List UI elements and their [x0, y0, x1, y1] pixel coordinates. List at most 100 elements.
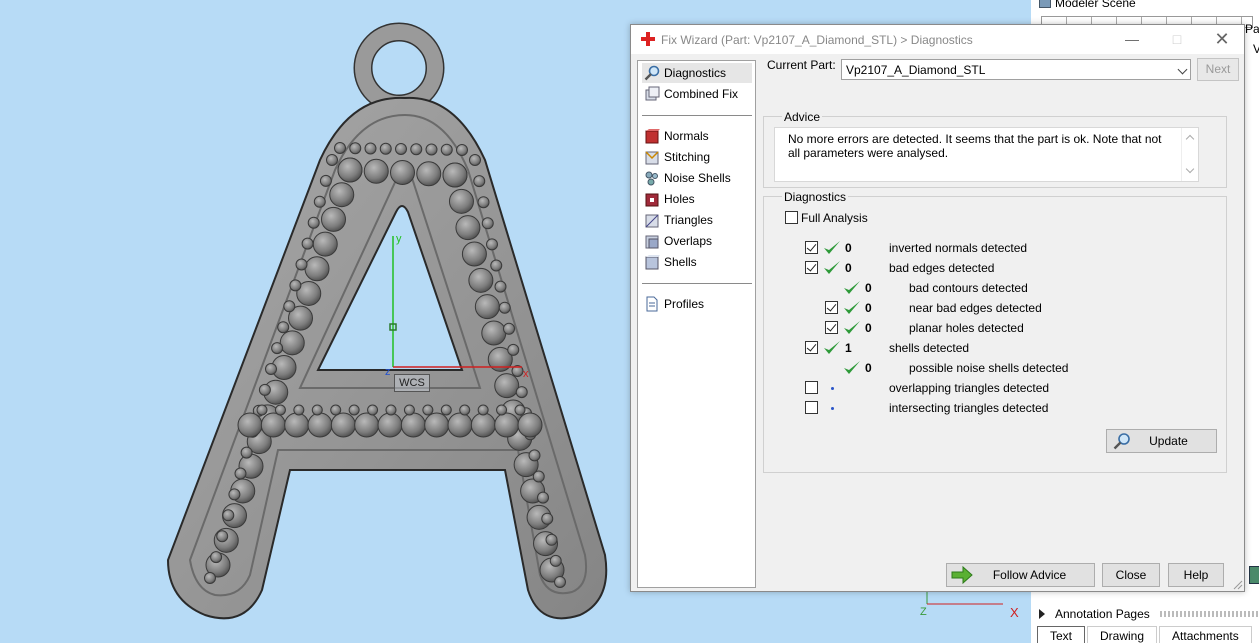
nav-item-combined-fix[interactable]: Combined Fix [642, 84, 752, 104]
scroll-down-icon[interactable] [1185, 164, 1195, 174]
nav-label: Overlaps [664, 234, 713, 248]
diagnostic-label: shells detected [889, 341, 970, 355]
axis-y-label: y [396, 233, 402, 245]
diagnostic-label: bad contours detected [909, 281, 1028, 295]
nav-separator [642, 115, 752, 116]
nav-label: Triangles [664, 213, 713, 227]
diagnostic-count: 0 [865, 301, 872, 315]
help-button[interactable]: Help [1168, 563, 1224, 587]
diagnostic-label: planar holes detected [909, 321, 1024, 335]
axis-x-label: x [523, 368, 529, 380]
noise-shells-icon [645, 171, 658, 186]
annotation-pages-label: Annotation Pages [1055, 607, 1150, 621]
status-dot-icon [831, 387, 834, 390]
axis-z-label: z [385, 366, 391, 378]
green-check-icon [844, 301, 860, 314]
diagnostic-label: bad edges detected [889, 261, 995, 275]
next-button[interactable]: Next [1197, 58, 1239, 81]
green-check-icon [824, 261, 840, 274]
full-analysis-checkbox[interactable] [785, 211, 798, 224]
expand-triangle-icon[interactable] [1039, 609, 1045, 619]
follow-advice-button[interactable]: Follow Advice [946, 563, 1095, 587]
advice-text-box[interactable]: No more errors are detected. It seems th… [774, 127, 1199, 182]
splitter-grip[interactable] [1159, 611, 1259, 617]
arrow-right-icon [951, 566, 973, 584]
current-part-value: Vp2107_A_Diamond_STL [846, 63, 986, 77]
wcs-label: WCS [394, 374, 430, 392]
tab-text[interactable]: Text [1037, 626, 1086, 643]
nav-item-overlaps[interactable]: Overlaps [642, 231, 752, 251]
advice-text: No more errors are detected. It seems th… [788, 132, 1162, 160]
advice-group-title: Advice [782, 110, 823, 124]
diagnostic-checkbox[interactable] [805, 381, 818, 394]
panel-fragment-a: Par [1245, 22, 1259, 36]
diagnostic-label: overlapping triangles detected [889, 381, 1050, 395]
wizard-nav: Diagnostics Combined Fix Normals Stitchi… [637, 60, 756, 588]
modeler-scene-header[interactable]: Modeler Scene [1039, 0, 1259, 10]
diagnostic-label: near bad edges detected [909, 301, 1042, 315]
update-label: Update [1149, 434, 1188, 448]
nav-item-shells[interactable]: Shells [642, 252, 752, 272]
close-button[interactable]: Close [1102, 563, 1160, 587]
diagnostic-checkbox[interactable] [805, 261, 818, 274]
holes-icon [645, 193, 659, 207]
view-cube-icon[interactable] [1249, 566, 1259, 584]
resize-grip-icon[interactable] [1231, 578, 1243, 590]
close-window-button[interactable]: ✕ [1209, 29, 1235, 49]
tab-drawing[interactable]: Drawing [1087, 626, 1158, 643]
nav-label: Profiles [664, 297, 705, 311]
triangles-icon [645, 214, 659, 228]
panel-fragment-b: V [1253, 42, 1259, 56]
magnifier-icon [644, 65, 660, 81]
maximize-button[interactable]: □ [1164, 29, 1190, 49]
stitching-icon [645, 151, 659, 165]
diagnostic-count: 0 [865, 281, 872, 295]
nav-label: Shells [664, 255, 697, 269]
nav-label: Diagnostics [664, 66, 727, 80]
diagnostic-checkbox[interactable] [825, 301, 838, 314]
nav-item-diagnostics[interactable]: Diagnostics [642, 63, 752, 83]
green-check-icon [844, 281, 860, 294]
diagnostic-label: possible noise shells detected [909, 361, 1069, 375]
update-button[interactable]: Update [1106, 429, 1217, 453]
status-dot-icon [831, 407, 834, 410]
shells-icon [645, 255, 660, 270]
diagnostic-count: 0 [865, 321, 872, 335]
normals-cube-icon [645, 129, 660, 144]
nav-item-normals[interactable]: Normals [642, 126, 752, 146]
advice-scrollbar[interactable] [1181, 128, 1198, 181]
chevron-down-icon [1177, 64, 1188, 75]
nav-label: Stitching [664, 150, 711, 164]
overlaps-icon [645, 235, 659, 249]
diagnostic-checkbox[interactable] [805, 401, 818, 414]
fix-wizard-dialog: Fix Wizard (Part: Vp2107_A_Diamond_STL) … [630, 24, 1245, 592]
bail-ring [353, 22, 445, 114]
diagnostic-count: 0 [845, 241, 852, 255]
nav-item-triangles[interactable]: Triangles [642, 210, 752, 230]
dialog-titlebar[interactable]: Fix Wizard (Part: Vp2107_A_Diamond_STL) … [631, 25, 1244, 54]
diagnostic-count: 1 [845, 341, 852, 355]
minimize-button[interactable]: — [1119, 29, 1145, 49]
document-icon [646, 296, 658, 312]
green-check-icon [844, 361, 860, 374]
corner-axis-z-label: Z [920, 606, 927, 618]
diagnostic-checkbox[interactable] [805, 241, 818, 254]
nav-item-profiles[interactable]: Profiles [642, 294, 752, 314]
current-part-label: Current Part: [767, 58, 836, 72]
diagnostic-count: 0 [865, 361, 872, 375]
diagnostic-label: intersecting triangles detected [889, 401, 1049, 415]
current-part-select[interactable]: Vp2107_A_Diamond_STL [841, 59, 1191, 80]
green-check-icon [824, 341, 840, 354]
diagnostic-count: 0 [845, 261, 852, 275]
scene-icon [1039, 0, 1051, 8]
scroll-up-icon[interactable] [1185, 134, 1195, 144]
nav-item-holes[interactable]: Holes [642, 189, 752, 209]
diagnostic-label: inverted normals detected [889, 241, 1028, 255]
diagnostic-checkbox[interactable] [805, 341, 818, 354]
annotation-pages-row[interactable]: Annotation Pages [1039, 604, 1259, 624]
tab-attachments[interactable]: Attachments [1159, 626, 1252, 643]
nav-item-noise-shells[interactable]: Noise Shells [642, 168, 752, 188]
red-cross-icon [641, 32, 655, 46]
diagnostic-checkbox[interactable] [825, 321, 838, 334]
nav-item-stitching[interactable]: Stitching [642, 147, 752, 167]
